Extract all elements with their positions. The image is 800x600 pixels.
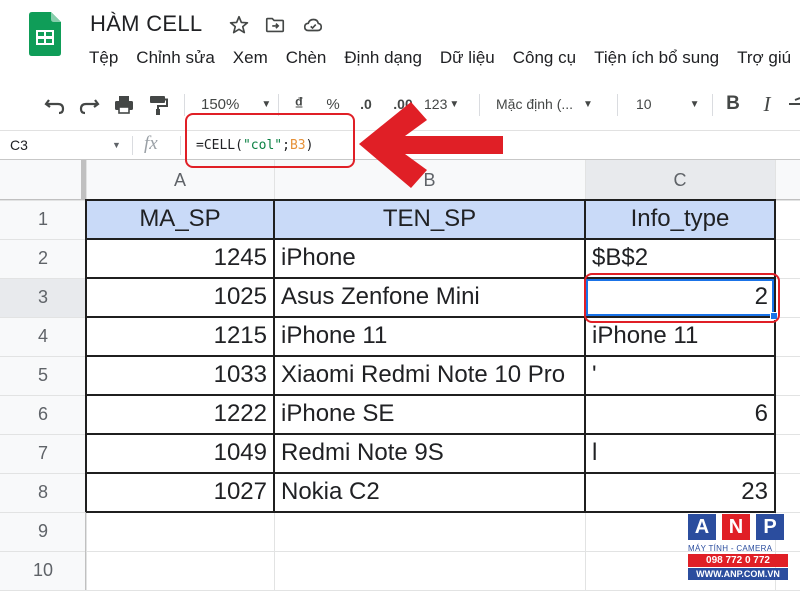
menu-format[interactable]: Định dạng [344, 48, 422, 72]
table-border-horizontal [86, 433, 776, 435]
cloud-status-icon[interactable] [302, 14, 324, 36]
watermark-tagline: MÁY TÍNH - CAMERA [688, 544, 773, 553]
cell-b6[interactable]: iPhone SE [274, 395, 585, 434]
watermark-letter-p: P [756, 514, 784, 540]
anp-watermark-logo: A N P MÁY TÍNH - CAMERA 098 772 0 772 WW… [688, 514, 788, 580]
gridline-horizontal [0, 590, 800, 591]
column-title-cell-c1[interactable]: Info_type [585, 200, 775, 239]
row-header-4[interactable]: 4 [0, 317, 86, 356]
cell-a4[interactable]: 1215 [86, 317, 274, 356]
menu-help[interactable]: Trợ giú [737, 48, 791, 72]
italic-button[interactable]: I [756, 88, 778, 120]
toolbar-divider [184, 94, 185, 116]
formula-divider [180, 136, 181, 155]
row-header-1[interactable]: 1 [0, 200, 86, 239]
menu-file[interactable]: Tệp [89, 48, 118, 72]
name-box[interactable]: C3 [0, 131, 128, 160]
chevron-down-icon: ▼ [261, 98, 272, 110]
table-border-vertical [584, 199, 586, 512]
select-all-corner[interactable] [0, 160, 86, 200]
cell-a9[interactable] [86, 512, 274, 551]
menu-bar: Tệp Chỉnh sửa Xem Chèn Định dạng Dữ liệu… [89, 48, 800, 72]
menu-addons[interactable]: Tiện ích bổ sung [594, 48, 719, 72]
cell-a3[interactable]: 1025 [86, 278, 274, 317]
table-border-horizontal [86, 199, 776, 201]
cell-c7[interactable]: l [585, 434, 775, 473]
toolbar-divider [712, 94, 713, 116]
row-header-8[interactable]: 8 [0, 473, 86, 512]
cell-b5[interactable]: Xiaomi Redmi Note 10 Pro [274, 356, 585, 395]
print-icon[interactable] [111, 88, 137, 120]
font-size-select[interactable]: 10 ▼ [626, 88, 706, 120]
row-header-3[interactable]: 3 [0, 278, 86, 317]
gridline-horizontal [0, 551, 800, 552]
cell-a7[interactable]: 1049 [86, 434, 274, 473]
row-header-5[interactable]: 5 [0, 356, 86, 395]
menu-insert[interactable]: Chèn [286, 48, 327, 72]
table-border-vertical [774, 199, 776, 512]
cell-b4[interactable]: iPhone 11 [274, 317, 585, 356]
column-header-c[interactable]: C [585, 160, 775, 200]
cell-b10[interactable] [274, 551, 585, 590]
menu-tools[interactable]: Công cụ [513, 48, 576, 72]
table-border-horizontal [86, 394, 776, 396]
title-bar: HÀM CELL Tệp Chỉnh sửa Xem Chèn Định dạn… [0, 0, 800, 88]
font-size-value: 10 [636, 96, 652, 112]
cell-c6[interactable]: 6 [585, 395, 775, 434]
table-border-vertical [85, 199, 87, 512]
chevron-down-icon: ▼ [583, 98, 593, 110]
column-header-filler [775, 160, 800, 200]
cell-a10[interactable] [86, 551, 274, 590]
menu-data[interactable]: Dữ liệu [440, 48, 495, 72]
cell-b3[interactable]: Asus Zenfone Mini [274, 278, 585, 317]
paint-format-icon[interactable] [145, 88, 171, 120]
star-icon[interactable] [228, 14, 250, 36]
fx-icon: fx [144, 133, 158, 154]
table-border-horizontal [86, 472, 776, 474]
google-sheets-logo-icon[interactable] [29, 12, 61, 56]
cell-b9[interactable] [274, 512, 585, 551]
cell-a5[interactable]: 1033 [86, 356, 274, 395]
table-border-vertical [273, 199, 275, 512]
chevron-down-icon[interactable]: ▼ [112, 131, 121, 160]
column-title-cell-a1[interactable]: MA_SP [86, 200, 274, 239]
row-header-2[interactable]: 2 [0, 239, 86, 278]
watermark-letter-n: N [722, 514, 750, 540]
row-header-6[interactable]: 6 [0, 395, 86, 434]
undo-icon[interactable] [42, 88, 68, 120]
chevron-down-icon: ▼ [689, 98, 700, 110]
watermark-website: WWW.ANP.COM.VN [688, 568, 788, 580]
toolbar-divider [617, 94, 618, 116]
cell-c8[interactable]: 23 [585, 473, 775, 512]
result-highlight-box [584, 273, 780, 323]
table-border-horizontal [86, 355, 776, 357]
row-header-7[interactable]: 7 [0, 434, 86, 473]
redo-icon[interactable] [76, 88, 102, 120]
document-title[interactable]: HÀM CELL [90, 11, 202, 37]
move-to-folder-icon[interactable] [264, 14, 286, 36]
menu-view[interactable]: Xem [233, 48, 268, 72]
table-border-horizontal [86, 511, 776, 513]
row-header-9[interactable]: 9 [0, 512, 86, 551]
cell-a2[interactable]: 1245 [86, 239, 274, 278]
cell-c5[interactable]: ' [585, 356, 775, 395]
cell-b8[interactable]: Nokia C2 [274, 473, 585, 512]
font-family-value: Mặc định (... [496, 96, 574, 112]
table-border-horizontal [86, 238, 776, 240]
strikethrough-icon[interactable] [789, 88, 800, 120]
red-arrow-icon [359, 102, 503, 188]
menu-edit[interactable]: Chỉnh sửa [136, 48, 214, 72]
cell-a6[interactable]: 1222 [86, 395, 274, 434]
cell-a8[interactable]: 1027 [86, 473, 274, 512]
watermark-letter-a: A [688, 514, 716, 540]
zoom-value: 150% [201, 95, 240, 113]
cell-b7[interactable]: Redmi Note 9S [274, 434, 585, 473]
column-title-cell-b1[interactable]: TEN_SP [274, 200, 585, 239]
formula-highlight-box [185, 113, 355, 168]
row-header-10[interactable]: 10 [0, 551, 86, 590]
cell-b2[interactable]: iPhone [274, 239, 585, 278]
bold-button[interactable]: B [722, 88, 744, 120]
watermark-phone: 098 772 0 772 [688, 554, 788, 567]
formula-divider [132, 136, 133, 155]
